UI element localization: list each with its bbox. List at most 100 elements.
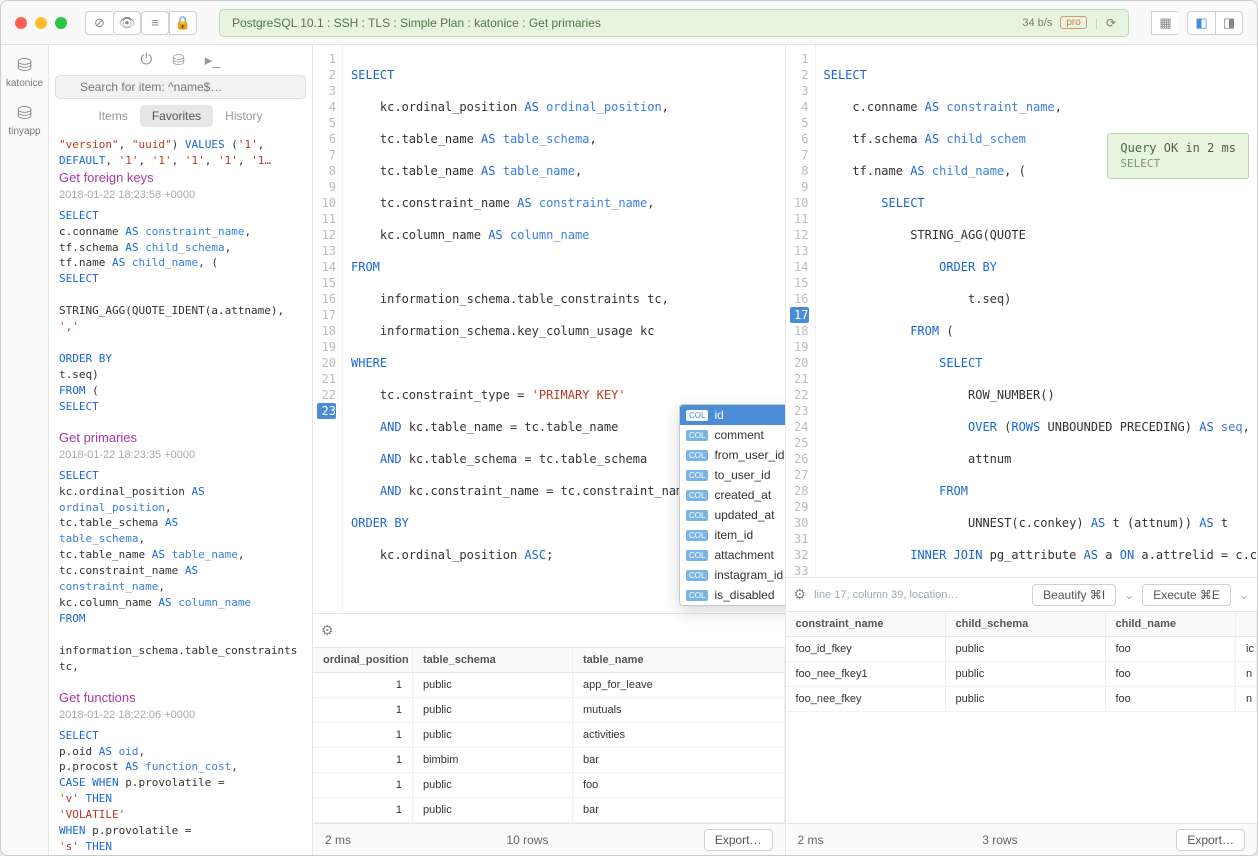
col-ordinal-position[interactable]: ordinal_position <box>313 648 413 672</box>
fav-get-functions[interactable]: Get functions 2018-01-22 18:22:06 +0000 … <box>59 689 302 855</box>
editor-toolbar-left: ⚙ <box>313 613 785 647</box>
database-icon: ⛁ <box>17 55 32 76</box>
sidebar-left-icon[interactable]: ◧ <box>1187 11 1215 35</box>
code-editor-right[interactable]: 1234567891011121314151617181920212223242… <box>786 45 1258 577</box>
tab-items[interactable]: Items <box>86 105 139 127</box>
gutter-left: 1234567891011121314151617181920212223 <box>313 45 343 613</box>
table-row[interactable]: foo_nee_fkeypublicfoon <box>786 687 1258 712</box>
table-row[interactable]: foo_nee_fkey1publicfoon <box>786 662 1258 687</box>
autocomplete-item[interactable]: COLto_user_idint4 <box>680 465 786 485</box>
zoom-icon[interactable] <box>55 17 67 29</box>
autocomplete-item[interactable]: COLfrom_user_idint4 <box>680 445 786 465</box>
eye-icon[interactable]: 👁 <box>113 11 141 35</box>
autocomplete-item[interactable]: COLcreated_attimestamp <box>680 485 786 505</box>
sidebar-tabs: Items Favorites History <box>49 105 312 127</box>
autocomplete-popup[interactable]: COLidint4COLcommentvarcharCOLfrom_user_i… <box>679 404 786 606</box>
fav-title: Get foreign keys <box>59 169 302 188</box>
results-header-left: ordinal_position table_schema table_name <box>313 648 785 673</box>
database-icon[interactable]: ⛁ <box>172 51 185 69</box>
result-count: 3 rows <box>982 833 1017 847</box>
chevron-down-icon[interactable]: ⌄ <box>1239 588 1249 602</box>
code-lines-right[interactable]: SELECT c.conname AS constraint_name, tf.… <box>816 45 1258 577</box>
app-window: ⊘ 👁 ≡ 🔒 PostgreSQL 10.1 : SSH : TLS : Si… <box>0 0 1258 856</box>
result-time: 2 ms <box>325 833 351 847</box>
cancel-icon[interactable]: ⊘ <box>85 11 113 35</box>
results-right: constraint_name child_schema child_name … <box>786 611 1258 855</box>
refresh-icon[interactable]: ⟳ <box>1106 16 1116 30</box>
editor-area: 1234567891011121314151617181920212223 SE… <box>313 45 1257 855</box>
table-row[interactable]: 1publicmutuals <box>313 698 785 723</box>
layout-toggle: ◧ ◨ <box>1187 11 1243 35</box>
tab-history[interactable]: History <box>213 105 274 127</box>
editor-toolbar-right: ⚙ line 17, column 39, location… Beautify… <box>786 577 1258 611</box>
export-button[interactable]: Export… <box>704 829 773 851</box>
sidebar-right-icon[interactable]: ◨ <box>1215 11 1243 35</box>
titlebar: ⊘ 👁 ≡ 🔒 PostgreSQL 10.1 : SSH : TLS : Si… <box>1 1 1257 45</box>
close-icon[interactable] <box>15 17 27 29</box>
table-row[interactable]: 1publicbar <box>313 798 785 823</box>
table-row[interactable]: 1publicactivities <box>313 723 785 748</box>
fav-date: 2018-01-22 18:22:06 +0000 <box>59 708 302 724</box>
chevron-down-icon[interactable]: ⌄ <box>1124 588 1134 602</box>
autocomplete-item[interactable]: COLidint4 <box>680 405 786 425</box>
results-footer-left: 2 ms 10 rows Export… <box>313 823 785 855</box>
toolbar-group-left: ⊘ 👁 ≡ 🔒 <box>85 11 197 35</box>
grid-view-icon[interactable]: ▦ <box>1151 11 1179 35</box>
minimize-icon[interactable] <box>35 17 47 29</box>
col-constraint-name[interactable]: constraint_name <box>786 612 946 636</box>
sidebar: ⏻ ⛁ ▸_ Items Favorites History "version"… <box>49 45 313 855</box>
lock-icon[interactable]: 🔒 <box>169 11 197 35</box>
fav-title: Get primaries <box>59 429 302 448</box>
toolbar-group-right: ▦ <box>1151 11 1179 35</box>
gear-icon[interactable]: ⚙ <box>321 622 334 639</box>
execute-button[interactable]: Execute ⌘E <box>1142 584 1231 606</box>
cursor-status: line 17, column 39, location… <box>814 589 1024 601</box>
table-row[interactable]: 1publicfoo <box>313 773 785 798</box>
power-icon[interactable]: ⏻ <box>140 51 152 69</box>
table-row[interactable]: 1publicapp_for_leave <box>313 673 785 698</box>
results-body-left[interactable]: 1publicapp_for_leave1publicmutuals1publi… <box>313 673 785 823</box>
main-area: ⛁ katonice ⛁ tinyapp ⏻ ⛁ ▸_ Items Favori… <box>1 45 1257 855</box>
window-controls <box>15 17 67 29</box>
fav-date: 2018-01-22 18:23:58 +0000 <box>59 188 302 204</box>
tab-favorites[interactable]: Favorites <box>140 105 213 127</box>
col-child-schema[interactable]: child_schema <box>946 612 1106 636</box>
autocomplete-item[interactable]: COLupdated_attimestamp <box>680 505 786 525</box>
terminal-icon[interactable]: ▸_ <box>205 51 221 69</box>
col-child-name[interactable]: child_name <box>1106 612 1237 636</box>
connection-banner: PostgreSQL 10.1 : SSH : TLS : Simple Pla… <box>219 9 1129 37</box>
autocomplete-item[interactable]: COLinstagram_idvarchar <box>680 565 786 585</box>
autocomplete-item[interactable]: COLcommentvarchar <box>680 425 786 445</box>
rail-item-tinyapp[interactable]: ⛁ tinyapp <box>8 103 40 137</box>
query-status-toast: Query OK in 2 ms SELECT <box>1107 133 1249 179</box>
fav-get-foreign-keys[interactable]: Get foreign keys 2018-01-22 18:23:58 +00… <box>59 169 302 415</box>
col-table-name[interactable]: table_name <box>573 648 785 672</box>
table-row[interactable]: foo_id_fkeypublicfooic <box>786 637 1258 662</box>
gear-icon[interactable]: ⚙ <box>794 586 807 603</box>
fav-date: 2018-01-22 18:23:35 +0000 <box>59 448 302 464</box>
autocomplete-item[interactable]: COLitem_idint4 <box>680 525 786 545</box>
beautify-button[interactable]: Beautify ⌘I <box>1032 584 1116 606</box>
results-left: ordinal_position table_schema table_name… <box>313 647 785 855</box>
fav-get-primaries[interactable]: Get primaries 2018-01-22 18:23:35 +0000 … <box>59 429 302 675</box>
rail-item-katonice[interactable]: ⛁ katonice <box>6 55 43 89</box>
col-table-schema[interactable]: table_schema <box>413 648 573 672</box>
table-row[interactable]: 1bimbimbar <box>313 748 785 773</box>
fav-title: Get functions <box>59 689 302 708</box>
rail-label: tinyapp <box>8 126 40 137</box>
search-input[interactable] <box>55 75 306 99</box>
autocomplete-item[interactable]: COLis_disabledbool <box>680 585 786 605</box>
connection-text: PostgreSQL 10.1 : SSH : TLS : Simple Pla… <box>232 16 1014 30</box>
export-button[interactable]: Export… <box>1176 829 1245 851</box>
database-icon: ⛁ <box>17 103 32 124</box>
results-header-right: constraint_name child_schema child_name <box>786 612 1258 637</box>
result-count: 10 rows <box>506 833 548 847</box>
favorites-list[interactable]: "version", "uuid") VALUES ('1', DEFAULT,… <box>49 133 312 855</box>
gutter-right: 1234567891011121314151617181920212223242… <box>786 45 816 577</box>
toast-main: Query OK in 2 ms <box>1120 140 1236 156</box>
autocomplete-item[interactable]: COLattachmentbytea <box>680 545 786 565</box>
pro-badge: pro <box>1060 16 1086 29</box>
list-icon[interactable]: ≡ <box>141 11 169 35</box>
results-body-right[interactable]: foo_id_fkeypublicfooicfoo_nee_fkey1publi… <box>786 637 1258 823</box>
editor-pane-left: 1234567891011121314151617181920212223 SE… <box>313 45 786 855</box>
